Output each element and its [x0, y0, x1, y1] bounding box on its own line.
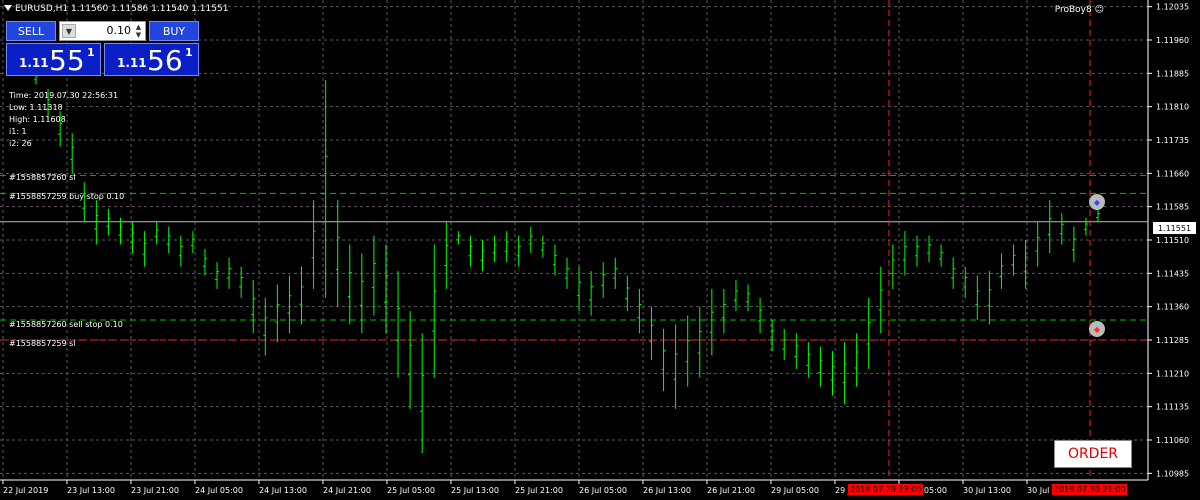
info-block: Time: 2019.07.30 22:56:31 Low: 1.11318 H…: [9, 90, 118, 150]
sell-sl-label: #1558857259 sl: [9, 339, 76, 348]
buy-price-sup: 1: [185, 46, 193, 59]
one-click-trading-panel: SELL ▼ 0.10 ▲ ▼ BUY 1.11 55 1 1.11 56 1: [6, 21, 199, 77]
sell-order-handle-icon[interactable]: ◆: [1089, 321, 1105, 337]
sell-button[interactable]: SELL: [6, 21, 56, 41]
symbol-line: EURUSD,H1 1.11560 1.11586 1.11540 1.1155…: [15, 4, 229, 14]
buy-order-handle-icon[interactable]: ◆: [1089, 194, 1105, 210]
brand-label: ProBoy8 ☺: [1055, 5, 1104, 15]
y-tick-label: 1.11360: [1156, 303, 1189, 312]
x-tick-label: 29 Jul 05:00: [771, 486, 819, 495]
y-tick-label: 1.11435: [1156, 269, 1189, 278]
y-tick-label: 1.11885: [1156, 69, 1189, 78]
x-tick-label: 25 Jul 13:00: [451, 486, 499, 495]
sell-price-big: 55: [49, 44, 85, 77]
lot-stepper-icon[interactable]: ▲ ▼: [133, 23, 144, 39]
sell-stop-label: #1558857260 sell stop 0.10: [9, 320, 123, 329]
sell-price-box[interactable]: 1.11 55 1: [6, 43, 101, 77]
x-tick-label: 26 Jul 05:00: [579, 486, 627, 495]
current-price-tag: 1.11551: [1153, 222, 1196, 234]
lot-value[interactable]: 0.10: [107, 24, 132, 37]
info-time: Time: 2019.07.30 22:56:31: [9, 91, 119, 100]
y-tick-label: 1.11060: [1156, 436, 1189, 445]
y-tick-label: 1.11285: [1156, 336, 1189, 345]
info-high: High: 1.11608: [9, 115, 66, 124]
smiley-icon: ☺: [1094, 5, 1104, 15]
y-tick-label: 1.11735: [1156, 136, 1189, 145]
x-tick-label: 26 Jul 21:00: [707, 486, 755, 495]
dropdown-triangle-icon[interactable]: [4, 5, 12, 11]
buy-price-box[interactable]: 1.11 56 1: [104, 43, 199, 77]
buy-price-big: 56: [147, 44, 183, 77]
x-tick-label: 23 Jul 13:00: [67, 486, 115, 495]
lot-dropdown-icon[interactable]: ▼: [62, 24, 76, 38]
crosshair-time-tag-left: 2019.07.29 23:00: [848, 484, 924, 495]
x-tick-label: 22 Jul 2019: [3, 486, 48, 495]
y-tick-label: 1.11585: [1156, 203, 1189, 212]
y-tick-label: 1.11510: [1156, 236, 1189, 245]
sell-price-sup: 1: [87, 46, 95, 59]
x-tick-label: 24 Jul 13:00: [259, 486, 307, 495]
info-i2: i2: 26: [9, 139, 32, 148]
info-i1: i1: 1: [9, 127, 27, 136]
y-tick-label: 1.11660: [1156, 169, 1189, 178]
buy-stop-label: #1558857259 buy stop 0.10: [9, 192, 125, 201]
order-button[interactable]: ORDER: [1054, 440, 1132, 468]
x-tick-label: 25 Jul 21:00: [515, 486, 563, 495]
x-tick-label: 24 Jul 05:00: [195, 486, 243, 495]
sell-price-prefix: 1.11: [19, 56, 49, 70]
x-tick-label: 25 Jul 05:00: [387, 486, 435, 495]
y-tick-label: 1.11135: [1156, 403, 1189, 412]
y-tick-label: 1.11210: [1156, 369, 1189, 378]
y-tick-label: 1.11960: [1156, 36, 1189, 45]
x-tick-label: 26 Jul 13:00: [643, 486, 691, 495]
crosshair-time-tag-right: 2019.07.30 21:00: [1052, 484, 1128, 495]
lot-size-input[interactable]: ▼ 0.10 ▲ ▼: [59, 21, 146, 41]
chart-header: EURUSD,H1 1.11560 1.11586 1.11540 1.1155…: [4, 4, 228, 14]
y-tick-label: 1.10985: [1156, 469, 1189, 478]
x-tick-label: 24 Jul 21:00: [323, 486, 371, 495]
buy-price-prefix: 1.11: [117, 56, 147, 70]
y-tick-label: 1.12035: [1156, 3, 1189, 12]
x-tick-label: 30 Jul 13:00: [963, 486, 1011, 495]
x-tick-label: 23 Jul 21:00: [131, 486, 179, 495]
brand-text: ProBoy8: [1054, 5, 1092, 15]
buy-button[interactable]: BUY: [149, 21, 199, 41]
info-low: Low: 1.11318: [9, 103, 63, 112]
buy-sl-label: #1558857260 sl: [9, 173, 76, 182]
y-tick-label: 1.11810: [1156, 103, 1189, 112]
